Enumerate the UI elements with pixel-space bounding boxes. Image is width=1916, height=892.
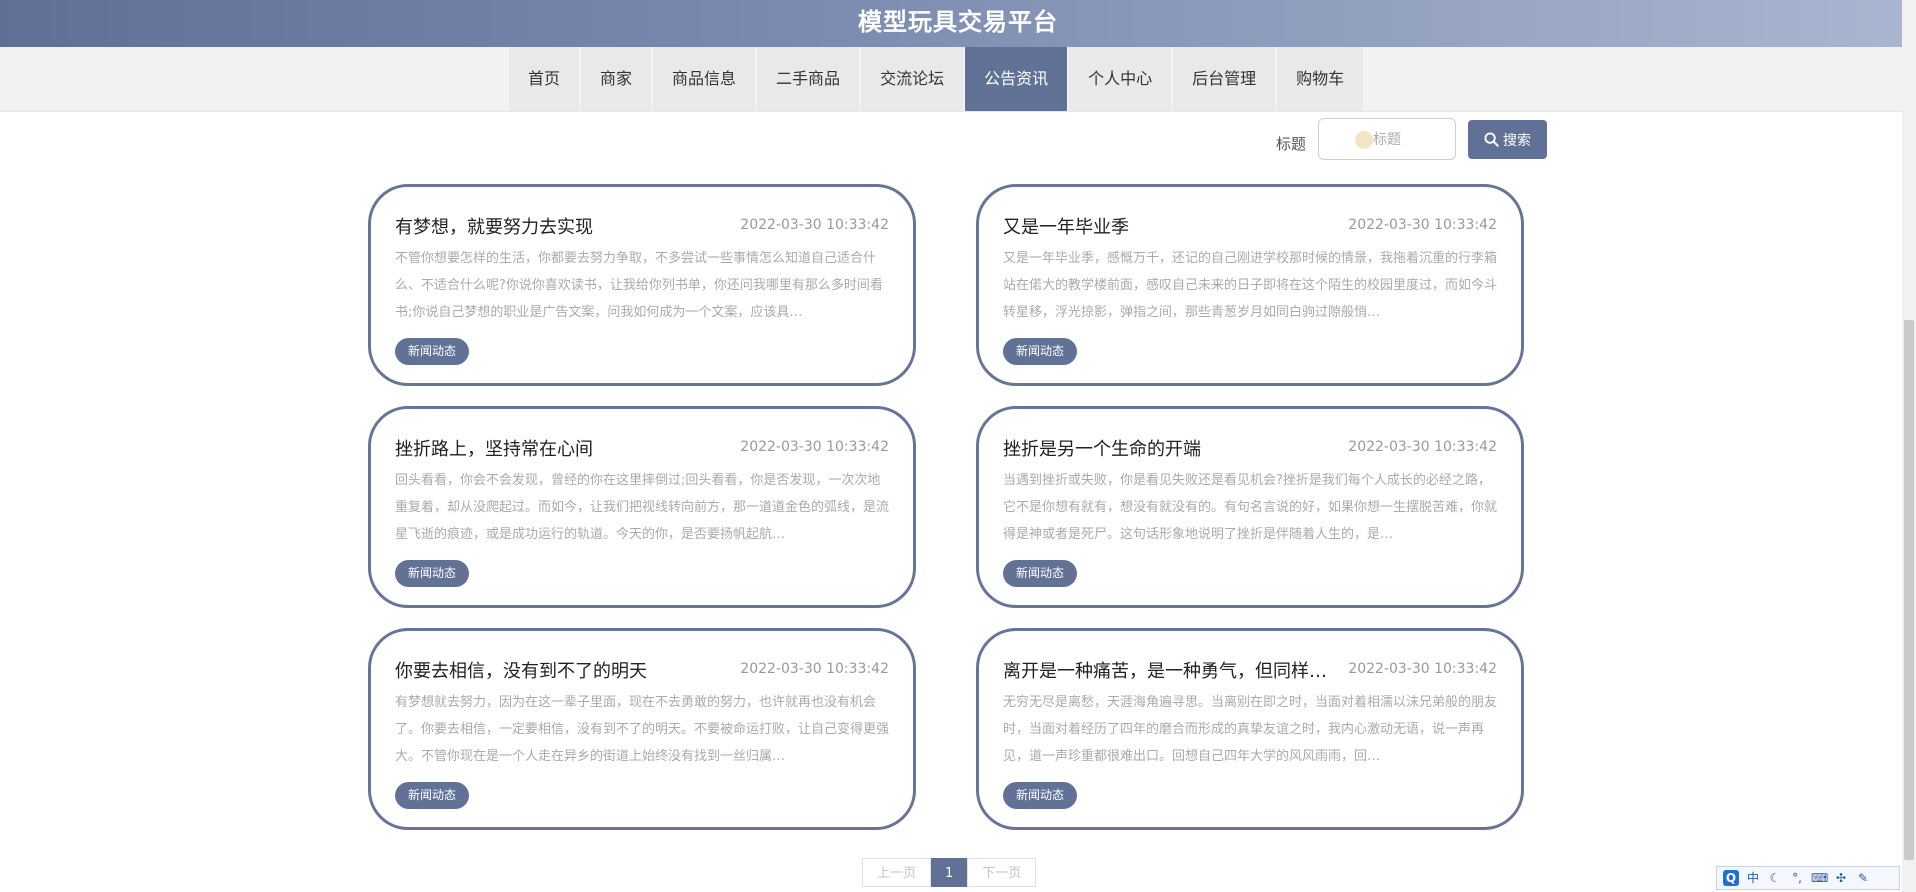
- search-button[interactable]: 搜索: [1468, 120, 1547, 159]
- news-card-tag[interactable]: 新闻动态: [1003, 338, 1078, 365]
- news-card-tag[interactable]: 新闻动态: [1003, 560, 1078, 587]
- news-card[interactable]: 你要去相信，没有到不了的明天 2022-03-30 10:33:42 有梦想就去…: [368, 628, 916, 830]
- punctuation-icon[interactable]: °,: [1789, 870, 1805, 886]
- news-card-summary: 有梦想就去努力，因为在这一辈子里面，现在不去勇敢的努力，也许就再也没有机会了。你…: [395, 695, 889, 764]
- nav-item-merchants[interactable]: 商家: [581, 47, 652, 111]
- news-card[interactable]: 离开是一种痛苦，是一种勇气，但同样也是… 2022-03-30 10:33:42…: [976, 628, 1524, 830]
- tools-icon[interactable]: ✣: [1833, 870, 1849, 886]
- nav-item-profile[interactable]: 个人中心: [1069, 47, 1172, 111]
- next-page-button[interactable]: 下一页: [967, 858, 1037, 887]
- nav-item-news[interactable]: 公告资讯: [965, 47, 1068, 111]
- search-icon: [1484, 132, 1499, 147]
- page: 模型玩具交易平台 首页 商家 商品信息 二手商品 交流论坛 公告资讯 个人中心 …: [0, 0, 1916, 892]
- nav-item-secondhand[interactable]: 二手商品: [757, 47, 860, 111]
- news-card-date: 2022-03-30 10:33:42: [1348, 661, 1497, 677]
- news-card-tag[interactable]: 新闻动态: [395, 560, 470, 587]
- nav-item-forum[interactable]: 交流论坛: [861, 47, 964, 111]
- news-card[interactable]: 有梦想，就要努力去实现 2022-03-30 10:33:42 不管你想要怎样的…: [368, 184, 916, 386]
- main-nav: 首页 商家 商品信息 二手商品 交流论坛 公告资讯 个人中心 后台管理 购物车: [0, 47, 1916, 112]
- search-input[interactable]: [1318, 118, 1456, 160]
- nav-item-cart[interactable]: 购物车: [1277, 47, 1364, 111]
- news-card[interactable]: 挫折路上，坚持常在心间 2022-03-30 10:33:42 回头看看，你会不…: [368, 406, 916, 608]
- search-label: 标题: [1276, 135, 1307, 153]
- news-card-date: 2022-03-30 10:33:42: [740, 661, 889, 677]
- wrench-icon[interactable]: ✎: [1855, 870, 1871, 886]
- news-card-summary: 不管你想要怎样的生活，你都要去努力争取，不多尝试一些事情怎么知道自己适合什么、不…: [395, 251, 883, 320]
- news-card-title[interactable]: 有梦想，就要努力去实现: [395, 213, 593, 239]
- news-card-tag[interactable]: 新闻动态: [395, 338, 470, 365]
- news-card-summary: 回头看看，你会不会发现，曾经的你在这里摔倒过;回头看看，你是否发现，一次次地重复…: [395, 473, 889, 542]
- news-card-tag[interactable]: 新闻动态: [395, 782, 470, 809]
- news-card-tag[interactable]: 新闻动态: [1003, 782, 1078, 809]
- vertical-scrollbar[interactable]: [1902, 0, 1916, 892]
- news-card-summary: 无穷无尽是离愁，天涯海角遍寻思。当离别在即之时，当面对着相濡以沫兄弟般的朋友时，…: [1003, 695, 1497, 764]
- nav-item-admin[interactable]: 后台管理: [1173, 47, 1276, 111]
- pagination: 上一页 1 下一页: [862, 858, 1037, 887]
- nav-item-products[interactable]: 商品信息: [653, 47, 756, 111]
- moon-icon[interactable]: ☾: [1767, 870, 1783, 886]
- news-card-title[interactable]: 又是一年毕业季: [1003, 213, 1129, 239]
- prev-page-button[interactable]: 上一页: [862, 858, 932, 887]
- ime-logo-icon[interactable]: Q: [1723, 870, 1739, 886]
- nav-list: 首页 商家 商品信息 二手商品 交流论坛 公告资讯 个人中心 后台管理 购物车: [509, 47, 1365, 111]
- news-card-title[interactable]: 挫折路上，坚持常在心间: [395, 435, 593, 461]
- news-card-title[interactable]: 离开是一种痛苦，是一种勇气，但同样也是…: [1003, 657, 1333, 683]
- news-card-summary: 又是一年毕业季，感慨万千，还记的自己刚进学校那时候的情景，我拖着沉重的行李箱站在…: [1003, 251, 1497, 320]
- news-card-date: 2022-03-30 10:33:42: [740, 217, 889, 233]
- ime-toolbar: Q 中 ☾ °, ⌨ ✣ ✎: [1716, 866, 1900, 890]
- news-card-date: 2022-03-30 10:33:42: [1348, 217, 1497, 233]
- mouse-cursor-highlight: [1355, 131, 1373, 149]
- news-card-summary: 当遇到挫折或失败，你是看见失败还是看见机会?挫折是我们每个人成长的必经之路，它不…: [1003, 473, 1497, 542]
- news-card[interactable]: 又是一年毕业季 2022-03-30 10:33:42 又是一年毕业季，感慨万千…: [976, 184, 1524, 386]
- news-card[interactable]: 挫折是另一个生命的开端 2022-03-30 10:33:42 当遇到挫折或失败…: [976, 406, 1524, 608]
- search-button-label: 搜索: [1503, 131, 1531, 148]
- news-card-title[interactable]: 挫折是另一个生命的开端: [1003, 435, 1201, 461]
- ime-language-toggle[interactable]: 中: [1745, 870, 1761, 886]
- news-card-date: 2022-03-30 10:33:42: [740, 439, 889, 455]
- news-card-date: 2022-03-30 10:33:42: [1348, 439, 1497, 455]
- site-header: 模型玩具交易平台: [0, 0, 1916, 47]
- site-title: 模型玩具交易平台: [858, 8, 1058, 36]
- page-1-button[interactable]: 1: [931, 858, 968, 887]
- nav-item-home[interactable]: 首页: [509, 47, 580, 111]
- news-card-title[interactable]: 你要去相信，没有到不了的明天: [395, 657, 647, 683]
- keyboard-icon[interactable]: ⌨: [1811, 870, 1828, 886]
- scrollbar-thumb[interactable]: [1904, 320, 1914, 860]
